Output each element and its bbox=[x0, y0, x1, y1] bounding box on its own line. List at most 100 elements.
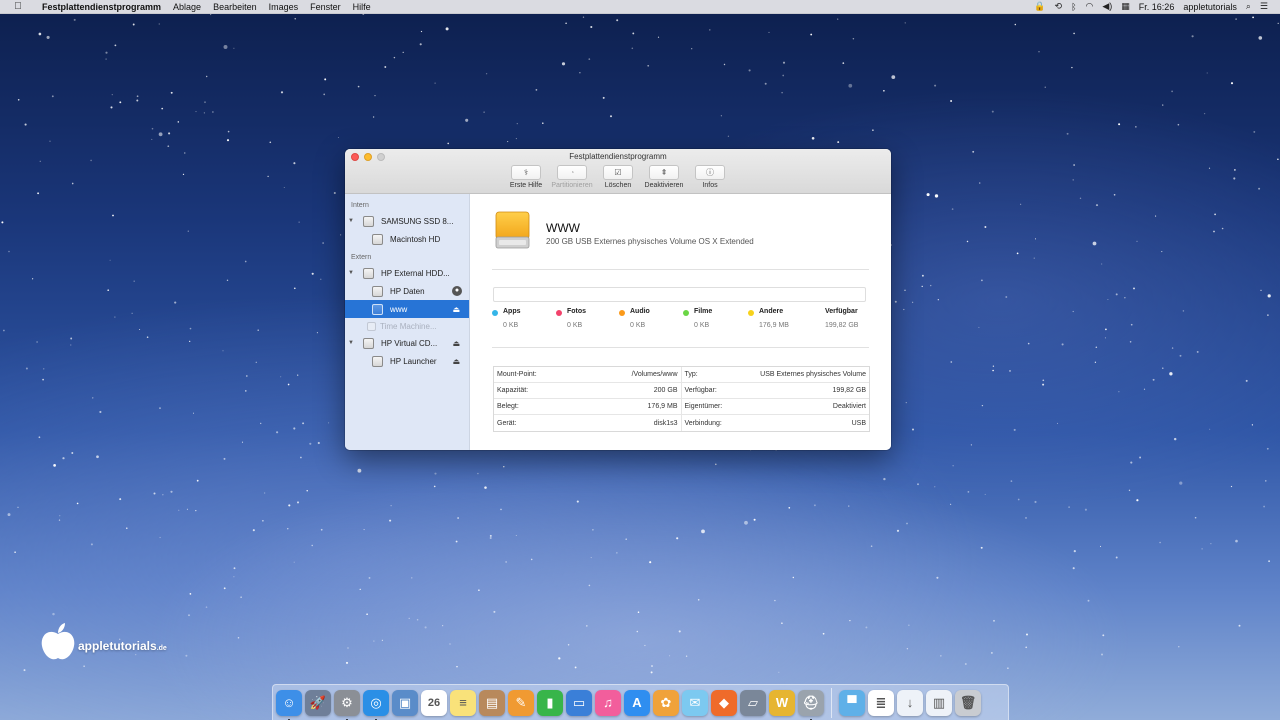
dock-office-icon[interactable]: ◆ bbox=[711, 689, 737, 716]
erase-icon[interactable]: ☑ bbox=[603, 165, 633, 180]
sidebar-item-label: HP External HDD... bbox=[381, 268, 450, 278]
menu-user[interactable]: appletutorials bbox=[1183, 2, 1237, 12]
property-key: Mount-Point: bbox=[497, 371, 537, 378]
window-titlebar[interactable]: Festplattendienstprogramm ⚕ Erste Hilfe … bbox=[345, 149, 891, 194]
menu-bar:  Festplattendienstprogramm Ablage Bearb… bbox=[0, 0, 1280, 14]
dock-calendar-icon[interactable]: 26 bbox=[421, 689, 447, 716]
dock-itunes-icon[interactable]: ♫ bbox=[595, 689, 621, 716]
dock-launchpad-icon[interactable]: 🚀 bbox=[305, 689, 331, 716]
volume-description: 200 GB USB Externes physisches Volume OS… bbox=[546, 237, 754, 246]
menu-images[interactable]: Images bbox=[263, 0, 305, 14]
menu-ablage[interactable]: Ablage bbox=[167, 0, 207, 14]
sidebar-item-hp-virtual-cd[interactable]: ▼ HP Virtual CD... ⏏ bbox=[345, 334, 469, 352]
dock-contacts-icon[interactable]: ▤ bbox=[479, 689, 505, 716]
dock-finder-icon[interactable]: ☺ bbox=[276, 689, 302, 720]
sidebar-item-macintosh-hd[interactable]: Macintosh HD bbox=[345, 230, 469, 248]
dock-mercury-icon[interactable]: W bbox=[769, 689, 795, 716]
keyboard-flag-icon[interactable]: ▦ bbox=[1121, 1, 1130, 12]
logo-text-suffix: .de bbox=[156, 645, 167, 652]
legend-value: 0 KB bbox=[630, 322, 646, 329]
legend-value: 0 KB bbox=[694, 322, 710, 329]
disclosure-triangle-icon[interactable]: ▼ bbox=[348, 340, 354, 346]
volume-icon bbox=[372, 355, 383, 367]
dock-divider bbox=[831, 687, 832, 718]
bluetooth-icon[interactable]: ᛒ bbox=[1071, 2, 1076, 12]
property-cell: Gerät: disk1s3 bbox=[494, 415, 682, 431]
sidebar-section-intern: Intern bbox=[351, 202, 369, 209]
toolbar: ⚕ Erste Hilfe ◔ Partitionieren ☑ Löschen… bbox=[345, 165, 891, 189]
dock-trash-icon[interactable]: 🗑 bbox=[955, 689, 981, 716]
sidebar-item-label: www bbox=[390, 304, 408, 314]
legend-dot bbox=[683, 310, 689, 316]
sidebar-item-hp-daten[interactable]: HP Daten ● bbox=[345, 282, 469, 300]
toolbar-label: Deaktivieren bbox=[644, 182, 684, 189]
property-value: disk1s3 bbox=[653, 419, 678, 427]
apple-menu-icon[interactable]:  bbox=[0, 0, 36, 14]
dock-messages-icon[interactable]: ✉ bbox=[682, 689, 708, 716]
logo-text: appletutorials.de bbox=[78, 639, 167, 653]
eject-icon[interactable]: ⏏ bbox=[452, 357, 460, 366]
wifi-icon[interactable]: ◠ bbox=[1086, 1, 1094, 12]
dock-downloads-icon[interactable]: ↓ bbox=[897, 689, 923, 716]
dock-pages-icon[interactable]: ✎ bbox=[508, 689, 534, 716]
properties-table: Mount-Point: /Volumes/www Typ: USB Exter… bbox=[493, 366, 870, 432]
disclosure-triangle-icon[interactable]: ▼ bbox=[348, 218, 354, 224]
sidebar-item-samsung-ssd[interactable]: ▼ SAMSUNG SSD 8... bbox=[345, 212, 469, 230]
dock-preview-icon[interactable]: ▣ bbox=[392, 689, 418, 716]
legend-dot bbox=[748, 310, 754, 316]
menu-clock[interactable]: Fr. 16:26 bbox=[1139, 2, 1175, 12]
menu-fenster[interactable]: Fenster bbox=[304, 0, 347, 14]
eject-icon[interactable]: ⏏ bbox=[452, 305, 460, 314]
properties-row: Mount-Point: /Volumes/www Typ: USB Exter… bbox=[494, 367, 869, 383]
menu-bearbeiten[interactable]: Bearbeiten bbox=[207, 0, 263, 14]
dock-numbers-icon[interactable]: ▮ bbox=[537, 689, 563, 716]
property-cell: Kapazität: 200 GB bbox=[494, 383, 682, 398]
lock-icon[interactable]: 🔒 bbox=[1034, 1, 1045, 12]
dock-photos-icon[interactable]: ✿ bbox=[653, 689, 679, 716]
toolbar-unmount[interactable]: ⇞ Deaktivieren bbox=[644, 165, 684, 189]
sidebar-item-www[interactable]: www ⏏ bbox=[345, 300, 469, 318]
property-key: Verbindung: bbox=[684, 419, 722, 427]
sidebar-item-label: Time Machine... bbox=[380, 321, 437, 331]
spotlight-icon[interactable]: ⌕ bbox=[1246, 1, 1251, 12]
dock-keynote-icon[interactable]: ▭ bbox=[566, 689, 592, 716]
sidebar-item-hp-external-hdd[interactable]: ▼ HP External HDD... bbox=[345, 264, 469, 282]
dock-documents-icon[interactable]: ≣ bbox=[868, 689, 894, 716]
volume-icon[interactable]: ◀) bbox=[1102, 1, 1112, 12]
eject-icon[interactable]: ⏏ bbox=[452, 339, 460, 348]
menu-hilfe[interactable]: Hilfe bbox=[347, 0, 377, 14]
property-value: 176,9 MB bbox=[647, 403, 678, 410]
property-key: Eigentümer: bbox=[684, 403, 723, 410]
toolbar-label: Partitionieren bbox=[551, 182, 593, 189]
dock-notes-icon[interactable]: ≡ bbox=[450, 689, 476, 716]
sidebar: Intern ▼ SAMSUNG SSD 8... Macintosh HD E… bbox=[345, 194, 470, 450]
legend-dot bbox=[556, 310, 562, 316]
dock-files-icon[interactable]: ▥ bbox=[926, 689, 952, 716]
sidebar-item-hp-launcher[interactable]: HP Launcher ⏏ bbox=[345, 352, 469, 370]
toolbar-info[interactable]: ⓘ Infos bbox=[690, 165, 730, 189]
dock-disk-utility-icon[interactable]: ⛑ bbox=[798, 689, 824, 720]
volume-detail-panel: WWW 200 GB USB Externes physisches Volum… bbox=[470, 194, 891, 450]
unmount-icon[interactable]: ⇞ bbox=[649, 165, 679, 180]
dock-screenshot-icon[interactable]: ▱ bbox=[740, 689, 766, 716]
menu-app-name[interactable]: Festplattendienstprogramm bbox=[36, 0, 167, 14]
dock-system-preferences-icon[interactable]: ⚙ bbox=[334, 689, 360, 720]
property-cell: Eigentümer: Deaktiviert bbox=[682, 399, 870, 414]
dock-applications-folder-icon[interactable]: ▀ bbox=[839, 689, 865, 716]
time-machine-icon[interactable]: ⟲ bbox=[1055, 1, 1063, 12]
toolbar-label: Löschen bbox=[604, 182, 632, 189]
dock-app-store-icon[interactable]: A bbox=[624, 689, 650, 716]
notification-center-icon[interactable]: ☰ bbox=[1260, 1, 1268, 12]
dock-safari-icon[interactable]: ◎ bbox=[363, 689, 389, 720]
menu-extras: 🔒 ⟲ ᛒ ◠ ◀) ▦ Fr. 16:26 appletutorials ⌕ … bbox=[1034, 1, 1280, 12]
stethoscope-icon[interactable]: ⚕ bbox=[511, 165, 541, 180]
info-icon[interactable]: ⓘ bbox=[695, 165, 725, 180]
volume-icon bbox=[372, 285, 383, 297]
toolbar-first-aid[interactable]: ⚕ Erste Hilfe bbox=[506, 165, 546, 189]
toolbar-erase[interactable]: ☑ Löschen bbox=[598, 165, 638, 189]
disk-icon bbox=[363, 215, 374, 227]
disclosure-triangle-icon[interactable]: ▼ bbox=[348, 270, 354, 276]
sidebar-item-time-machine[interactable]: Time Machine... bbox=[345, 318, 469, 334]
property-key: Verfügbar: bbox=[684, 387, 717, 394]
mouse-cursor-icon: ● bbox=[452, 286, 462, 296]
